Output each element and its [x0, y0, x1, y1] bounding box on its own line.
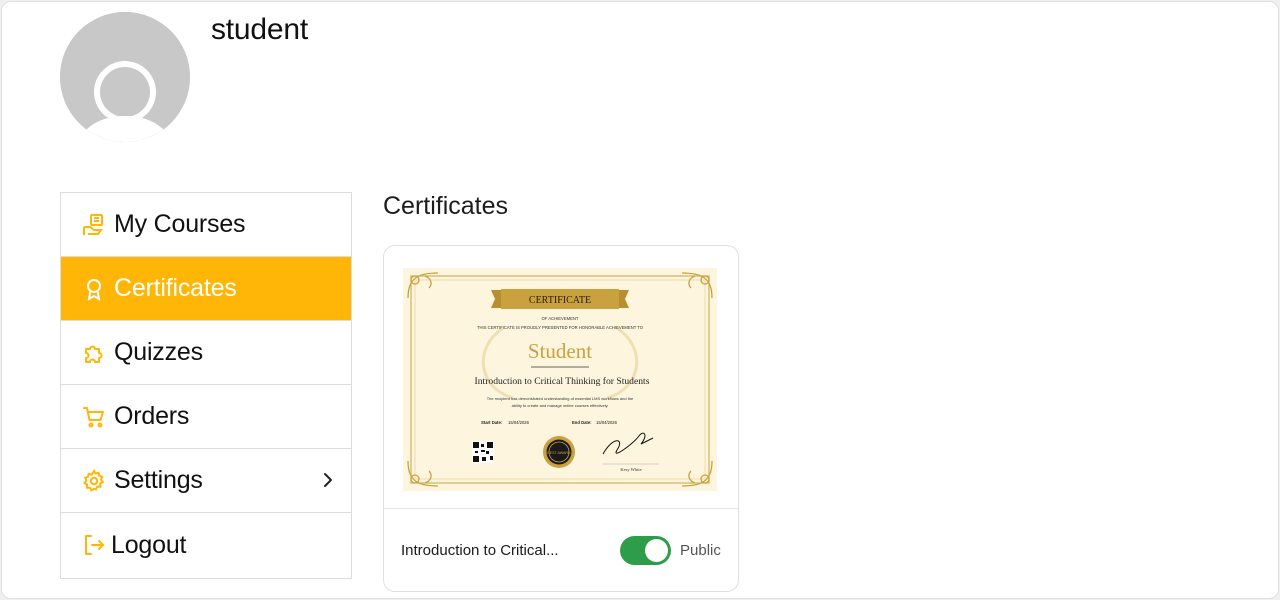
- cert-description-2: ability to create and manage online cour…: [512, 403, 609, 408]
- certificate-preview[interactable]: CERTIFICATE OF ACHIEVEMENT THIS CERTIFIC…: [403, 268, 717, 491]
- toggle-knob: [645, 539, 668, 562]
- account-sidebar: My Courses Certificates Quizzes Orders S…: [60, 192, 352, 579]
- sidebar-item-label: Orders: [114, 402, 190, 430]
- sidebar-item-my-courses[interactable]: My Courses: [61, 193, 351, 257]
- award-seal-icon: BEST AWARD: [543, 436, 575, 468]
- sidebar-item-label: Quizzes: [114, 338, 203, 366]
- logout-icon: [81, 532, 107, 558]
- sidebar-item-quizzes[interactable]: Quizzes: [61, 321, 351, 385]
- cert-seal-text: BEST AWARD: [547, 451, 571, 455]
- cert-presented-line: THIS CERTIFICATE IS PROUDLY PRESENTED FO…: [477, 325, 644, 330]
- cert-banner-text: CERTIFICATE: [529, 295, 591, 306]
- sidebar-item-settings[interactable]: Settings: [61, 449, 351, 513]
- qr-code-icon: [472, 441, 494, 463]
- sidebar-item-logout[interactable]: Logout: [61, 513, 351, 577]
- puzzle-icon: [81, 340, 107, 366]
- cert-recipient: Student: [528, 339, 592, 363]
- cart-icon: [81, 404, 107, 430]
- public-visibility-toggle[interactable]: [620, 536, 671, 565]
- sidebar-item-label: Settings: [114, 466, 203, 494]
- sidebar-item-label: My Courses: [114, 210, 246, 238]
- certificate-card-footer: Introduction to Critical... Public: [384, 508, 738, 591]
- visibility-label: Public: [680, 542, 721, 559]
- cert-start-date-label: Start Date:: [481, 420, 502, 425]
- cert-end-date-label: End Date:: [572, 420, 592, 425]
- sidebar-item-label: Certificates: [114, 274, 237, 302]
- profile-username: student: [211, 13, 309, 46]
- cert-signer: Kesy White: [620, 467, 641, 472]
- profile-page: student My Courses Certificates Quizzes …: [1, 1, 1279, 599]
- cert-course: Introduction to Critical Thinking for St…: [475, 376, 650, 387]
- chevron-right-icon: [324, 473, 332, 487]
- cert-start-date: 15/04/2026: [508, 420, 530, 425]
- cert-description-1: The recipient has demonstrated understan…: [487, 396, 634, 401]
- page-title: Certificates: [383, 192, 509, 220]
- sidebar-item-orders[interactable]: Orders: [61, 385, 351, 449]
- certificate-card: CERTIFICATE OF ACHIEVEMENT THIS CERTIFIC…: [383, 245, 739, 592]
- default-user-icon: [60, 12, 190, 142]
- gear-icon: [81, 468, 107, 494]
- award-icon: [81, 276, 107, 302]
- sidebar-item-label: Logout: [111, 530, 187, 559]
- cert-subtitle: OF ACHIEVEMENT: [542, 316, 579, 321]
- courses-icon: [81, 212, 107, 238]
- cert-end-date: 15/04/2026: [596, 420, 618, 425]
- certificate-image: CERTIFICATE OF ACHIEVEMENT THIS CERTIFIC…: [403, 268, 717, 491]
- avatar: [60, 12, 190, 142]
- certificate-course-name[interactable]: Introduction to Critical...: [401, 542, 576, 559]
- sidebar-item-certificates[interactable]: Certificates: [61, 257, 351, 321]
